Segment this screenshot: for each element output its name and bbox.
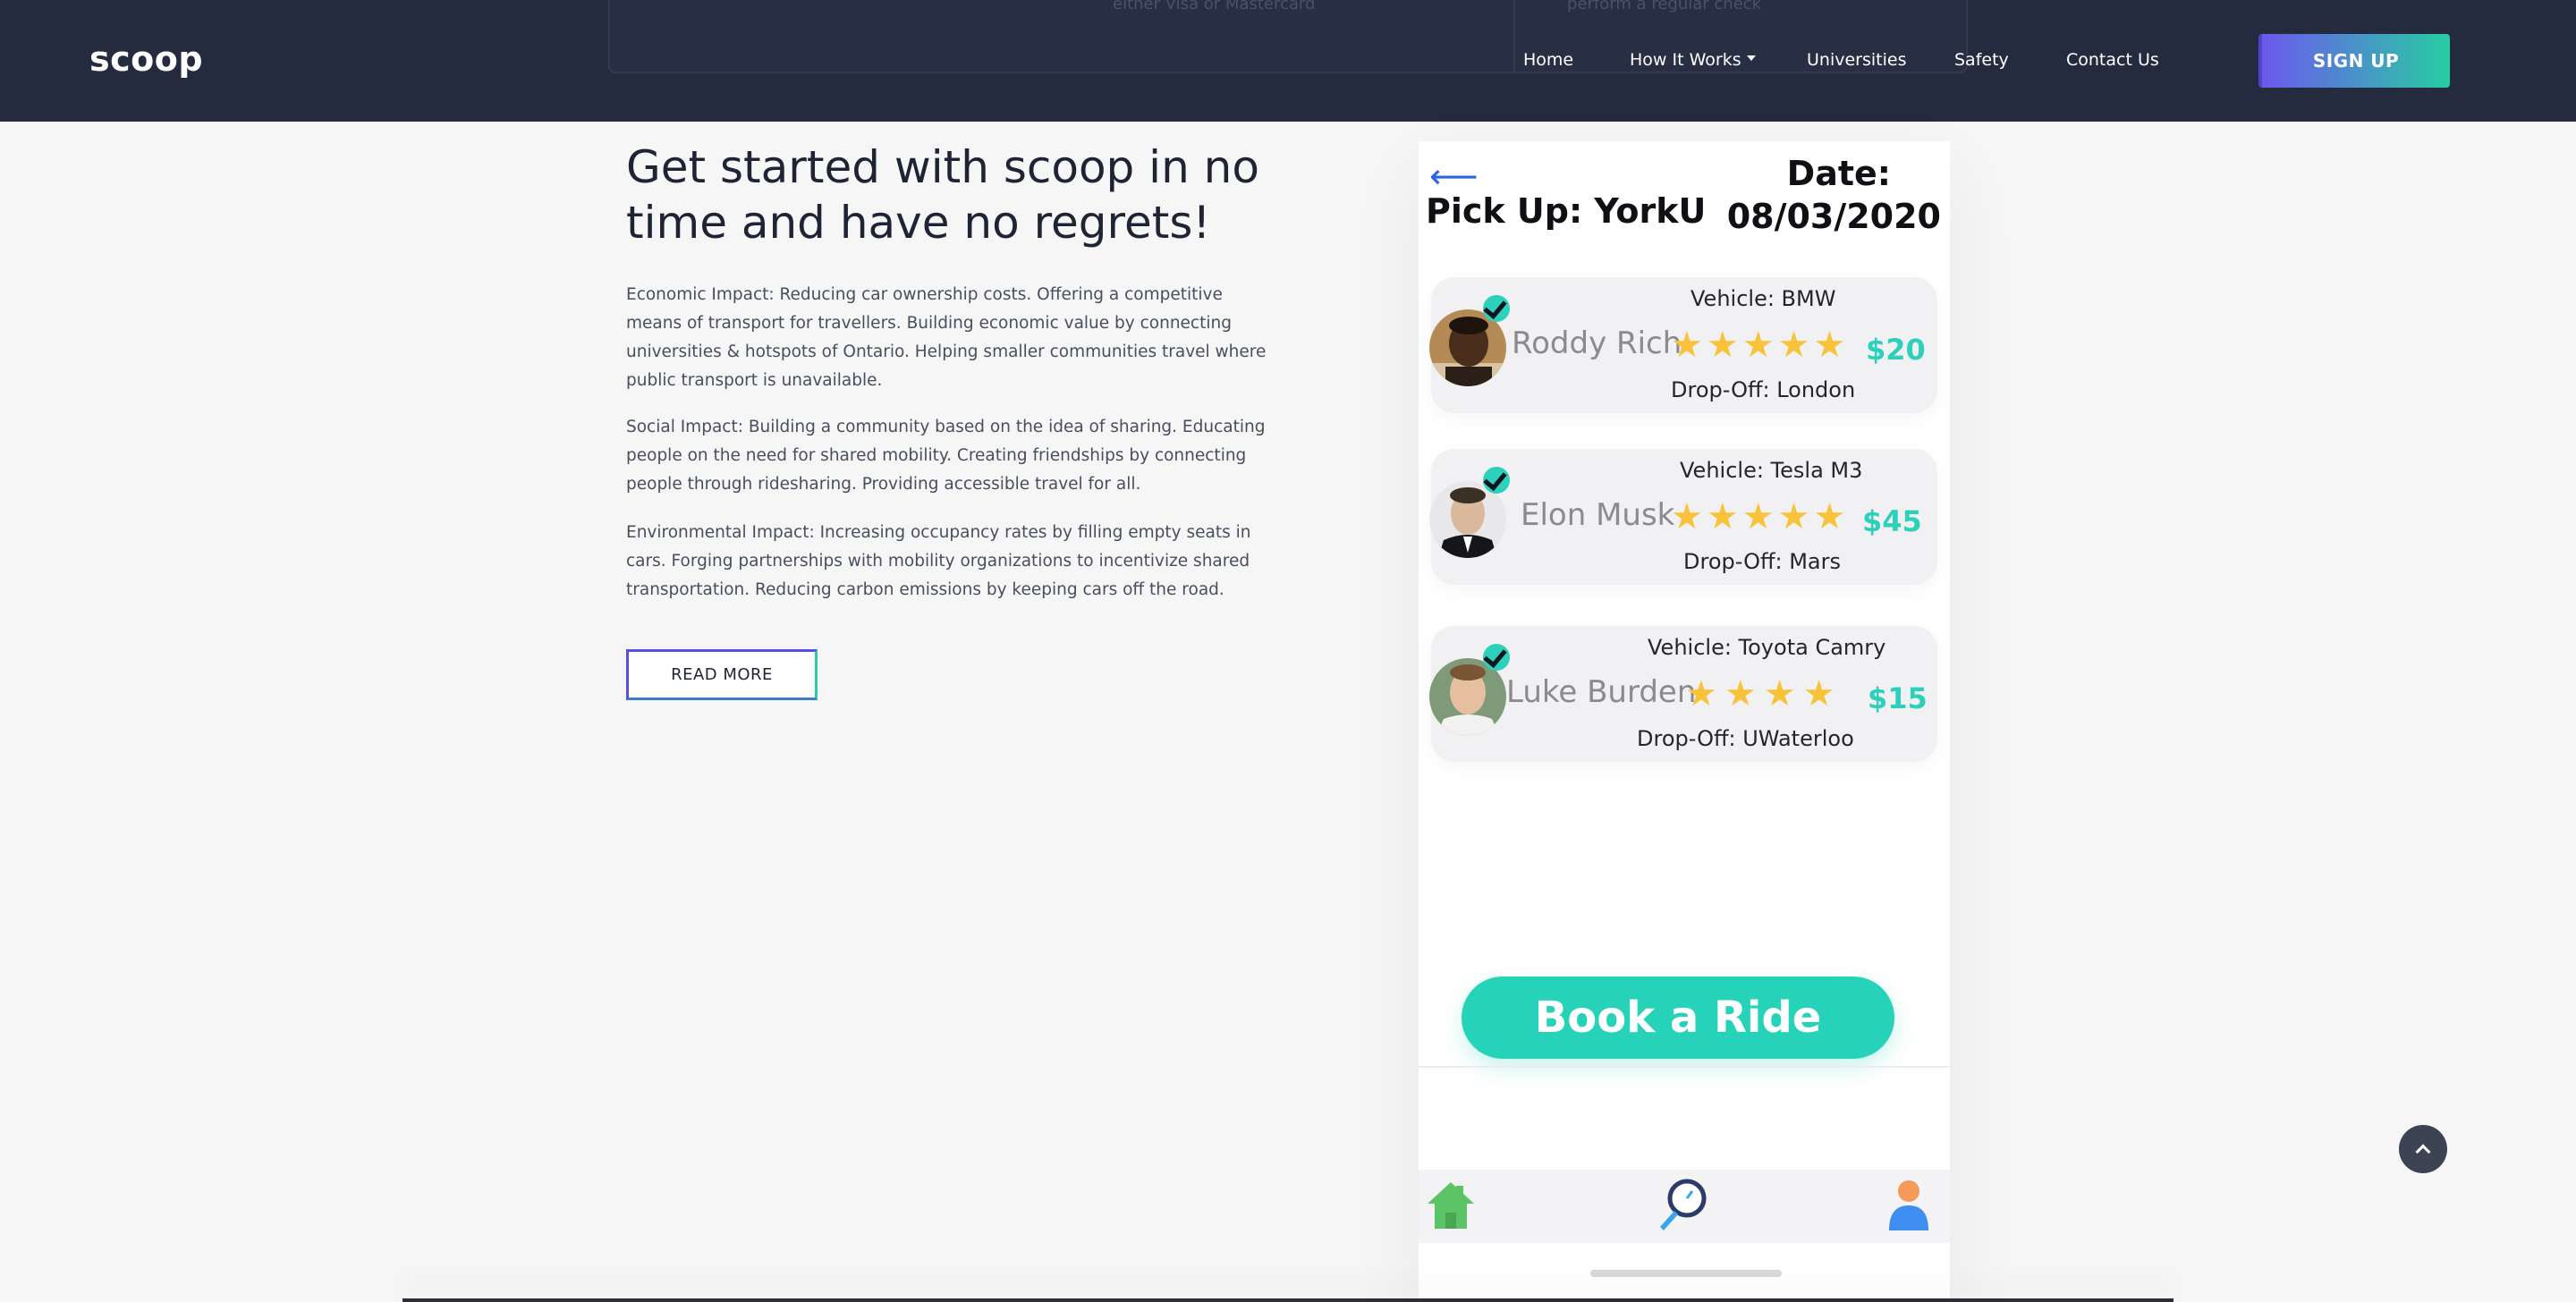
star-icon: ★ (1724, 673, 1757, 714)
header-ghost-panel: either Visa or Mastercard perform a regu… (608, 0, 1968, 73)
star-icon: ★ (1813, 325, 1846, 366)
ride-price: $15 (1868, 681, 1928, 715)
site-header: either Visa or Mastercard perform a regu… (0, 0, 2576, 122)
divider (1419, 1066, 1950, 1068)
rating-stars: ★ ★ ★ ★ ★ (1671, 499, 1845, 535)
nav-safety[interactable]: Safety (1954, 50, 2009, 70)
star-icon: ★ (1706, 496, 1739, 537)
ride-price: $45 (1862, 504, 1922, 538)
rating-stars: ★ ★ ★ ★ (1685, 676, 1835, 712)
vehicle-label: Vehicle: BMW (1690, 286, 1836, 311)
date-label: Date: (1786, 154, 1891, 193)
nav-home[interactable]: Home (1523, 50, 1573, 70)
date-value: 08/03/2020 (1726, 197, 1941, 236)
star-icon: ★ (1685, 673, 1717, 714)
star-icon: ★ (1763, 673, 1796, 714)
caret-down-icon (1746, 55, 1756, 61)
phone-tab-bar (1419, 1170, 1950, 1243)
chevron-up-icon (2415, 1144, 2431, 1160)
driver-name: Roddy Rich (1512, 326, 1682, 361)
star-icon: ★ (1741, 325, 1775, 366)
dropoff-label: Drop-Off: London (1671, 377, 1856, 402)
search-icon[interactable] (1653, 1177, 1710, 1234)
star-icon: ★ (1777, 325, 1810, 366)
ride-card-elon-musk[interactable]: Vehicle: Tesla M3 Elon Musk ★ ★ ★ ★ ★ $4… (1429, 449, 1937, 585)
home-icon[interactable] (1422, 1177, 1479, 1234)
home-indicator (1590, 1270, 1782, 1277)
vehicle-label: Vehicle: Tesla M3 (1680, 458, 1863, 483)
economic-impact-paragraph: Economic Impact: Reducing car ownership … (626, 285, 1267, 390)
star-icon: ★ (1802, 673, 1835, 714)
page-headline: Get started with scoop in no time and ha… (626, 141, 1259, 249)
star-icon: ★ (1813, 496, 1846, 537)
vehicle-label: Vehicle: Toyota Camry (1648, 635, 1886, 660)
bottom-edge-bar (402, 1298, 2174, 1302)
scroll-to-top-button[interactable] (2399, 1125, 2447, 1173)
ghost-text-left: either Visa or Mastercard (1113, 0, 1316, 13)
environmental-impact-paragraph: Environmental Impact: Increasing occupan… (626, 523, 1251, 599)
pickup-location: Pick Up: YorkU (1426, 191, 1707, 231)
signup-button[interactable]: SIGN UP (2258, 34, 2450, 88)
social-impact-paragraph: Social Impact: Building a community base… (626, 418, 1266, 494)
star-icon: ★ (1741, 496, 1775, 537)
nav-universities[interactable]: Universities (1807, 50, 1906, 70)
nav-how-it-works-label: How It Works (1630, 50, 1741, 70)
driver-name: Luke Burden (1506, 674, 1697, 710)
ghost-divider (1513, 0, 1515, 72)
verified-check-icon (1483, 644, 1510, 671)
nav-contact-us[interactable]: Contact Us (2066, 50, 2159, 70)
book-ride-button[interactable]: Book a Ride (1462, 976, 1894, 1059)
profile-icon[interactable] (1880, 1177, 1937, 1234)
nav-how-it-works[interactable]: How It Works (1630, 50, 1756, 70)
star-icon: ★ (1671, 496, 1703, 537)
rating-stars: ★ ★ ★ ★ ★ (1671, 327, 1845, 363)
verified-check-icon (1483, 295, 1510, 322)
ride-card-luke-burden[interactable]: Vehicle: Toyota Camry Luke Burden ★ ★ ★ … (1429, 626, 1937, 762)
ride-card-roddy-rich[interactable]: Vehicle: BMW Roddy Rich ★ ★ ★ ★ ★ $20 Dr… (1429, 277, 1937, 413)
back-arrow-icon[interactable]: ⟵ (1429, 159, 1478, 193)
dropoff-label: Drop-Off: Mars (1683, 549, 1841, 574)
star-icon: ★ (1671, 325, 1703, 366)
read-more-button[interactable]: READ MORE (626, 649, 818, 700)
ride-price: $20 (1866, 333, 1926, 367)
star-icon: ★ (1777, 496, 1810, 537)
dropoff-label: Drop-Off: UWaterloo (1637, 726, 1854, 751)
star-icon: ★ (1706, 325, 1739, 366)
site-logo[interactable]: scoop (89, 39, 203, 79)
ghost-text-right: perform a regular check (1567, 0, 1762, 13)
driver-name: Elon Musk (1521, 497, 1675, 533)
phone-mockup: ⟵ Pick Up: YorkU Date: 08/03/2020 Vehicl… (1419, 141, 1950, 1302)
verified-check-icon (1483, 467, 1510, 494)
